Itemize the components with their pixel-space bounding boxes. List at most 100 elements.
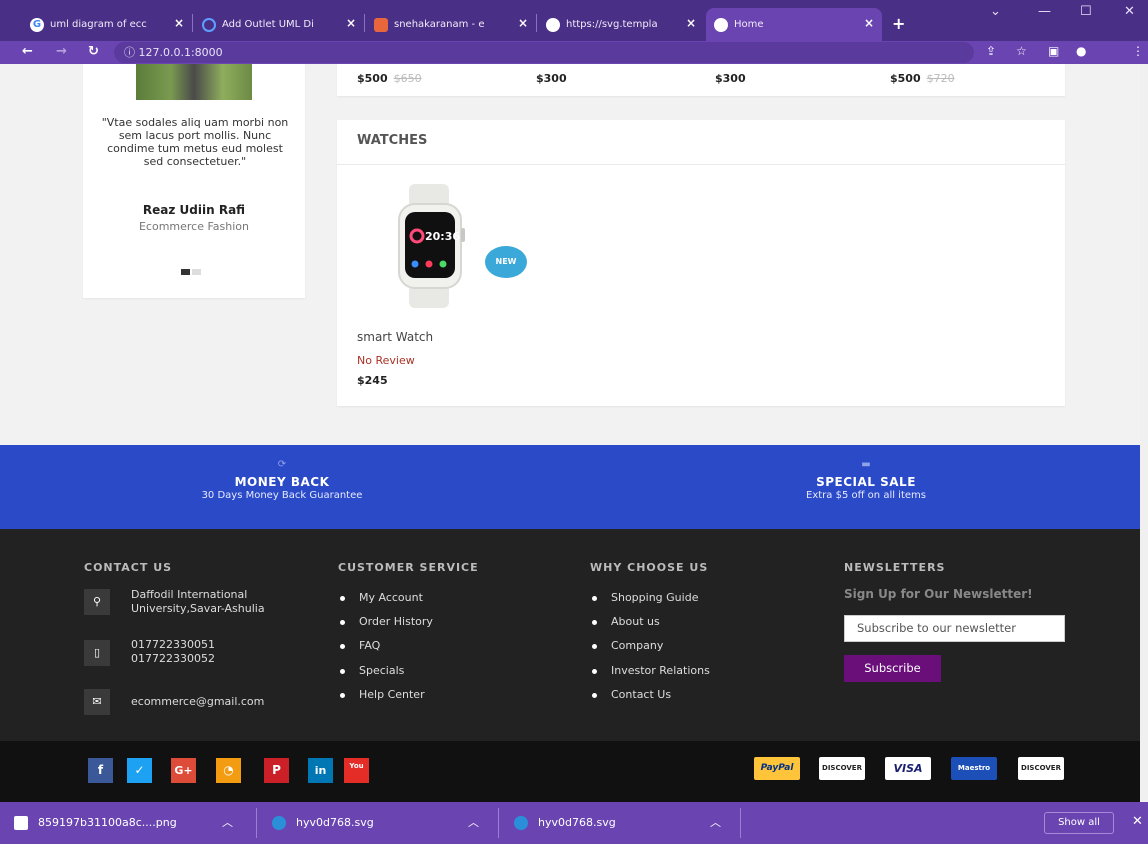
image-file-icon — [14, 816, 28, 830]
page-viewport: "Vtae sodales aliq uam morbi non sem lac… — [0, 64, 1140, 802]
close-icon[interactable]: × — [174, 16, 184, 30]
download-item[interactable]: 859197b31100a8c....png ︿ — [14, 813, 254, 833]
download-separator — [740, 808, 741, 838]
refresh-icon: ⟳ — [277, 459, 287, 470]
subscribe-button[interactable]: Subscribe — [844, 655, 941, 682]
minimize-icon[interactable]: — — [1038, 4, 1051, 19]
product-price: $300 — [536, 72, 567, 85]
close-icon[interactable]: × — [686, 16, 696, 30]
testimonial-name: Reaz Udiin Rafi — [142, 203, 246, 217]
address-bar: ← → ↻ ⓘ 127.0.0.1:8000 ⇪ ☆ ▣ ● ⋮ — [0, 41, 1148, 64]
new-badge: NEW — [485, 246, 527, 278]
download-separator — [256, 808, 257, 838]
download-filename: hyv0d768.svg — [296, 816, 374, 829]
footer-bottom-bar: f ✓ G+ ◔ P in You PayPal DISCOVER VISA M… — [0, 741, 1140, 802]
pinterest-icon[interactable]: P — [264, 758, 289, 783]
testimonial-card: "Vtae sodales aliq uam morbi non sem lac… — [83, 64, 305, 298]
feature-title: MONEY BACK — [234, 475, 330, 489]
feature-subtitle: Extra $5 off on all items — [806, 490, 926, 501]
cloud-icon — [374, 17, 388, 32]
product-price: $500 $720 — [890, 72, 955, 85]
product-name[interactable]: smart Watch — [357, 330, 433, 344]
close-icon[interactable]: × — [346, 16, 356, 30]
page-scrollbar[interactable] — [1140, 64, 1148, 802]
feature-money-back: ⟳ MONEY BACK 30 Days Money Back Guarante… — [142, 459, 422, 501]
forward-icon[interactable]: → — [56, 44, 67, 59]
window-close-icon[interactable]: ✕ — [1124, 4, 1135, 19]
product-row-previous: $500 $650 $300 $300 $500 $720 — [337, 64, 1065, 96]
linkedin-icon[interactable]: in — [308, 758, 333, 783]
footer-link[interactable]: Investor Relations — [592, 664, 710, 677]
reload-icon[interactable]: ↻ — [88, 44, 99, 59]
close-download-bar-icon[interactable]: ✕ — [1132, 814, 1143, 829]
tab-uml-diagram[interactable]: G uml diagram of ecc × — [22, 8, 192, 41]
footer-contact-title: CONTACT US — [84, 561, 173, 574]
youtube-icon[interactable]: You — [344, 758, 369, 783]
chevron-up-icon[interactable]: ︿ — [468, 813, 479, 833]
tab-svg-template[interactable]: https://svg.templa × — [538, 8, 704, 41]
testimonial-title: Ecommerce Fashion — [138, 220, 250, 233]
diagram-app-icon — [202, 17, 216, 32]
footer-link[interactable]: Order History — [340, 615, 433, 628]
footer-link[interactable]: My Account — [340, 591, 423, 604]
footer-customer-service-title: CUSTOMER SERVICE — [338, 561, 479, 574]
share-icon[interactable]: ⇪ — [986, 44, 996, 58]
rss-icon[interactable]: ◔ — [216, 758, 241, 783]
close-icon[interactable]: × — [518, 16, 528, 30]
paypal-logo: PayPal — [754, 757, 800, 780]
tab-search-icon[interactable]: ⌄ — [990, 4, 1001, 19]
contact-email[interactable]: ecommerce@gmail.com — [131, 695, 264, 709]
maximize-icon[interactable]: ☐ — [1080, 4, 1092, 19]
back-icon[interactable]: ← — [22, 44, 33, 59]
download-item[interactable]: hyv0d768.svg ︿ — [272, 813, 496, 833]
footer-link[interactable]: About us — [592, 615, 660, 628]
feature-title: SPECIAL SALE — [816, 475, 916, 489]
download-item[interactable]: hyv0d768.svg ︿ — [514, 813, 738, 833]
tab-add-outlet[interactable]: Add Outlet UML Di × — [194, 8, 364, 41]
menu-icon[interactable]: ⋮ — [1132, 44, 1144, 58]
show-all-button[interactable]: Show all — [1044, 812, 1114, 834]
facebook-icon[interactable]: f — [88, 758, 113, 783]
tab-separator — [364, 14, 365, 32]
product-price: $300 — [715, 72, 746, 85]
close-icon[interactable]: × — [864, 16, 874, 30]
footer-link[interactable]: Help Center — [340, 688, 425, 701]
google-plus-icon[interactable]: G+ — [171, 758, 196, 783]
phone-icon: ▯ — [84, 640, 110, 666]
carousel-dot[interactable] — [192, 269, 201, 275]
chevron-up-icon[interactable]: ︿ — [222, 813, 233, 833]
tab-label: snehakaranam - e — [394, 19, 485, 30]
visa-logo: VISA — [885, 757, 931, 780]
tab-label: Add Outlet UML Di — [222, 19, 314, 30]
feature-subtitle: 30 Days Money Back Guarantee — [201, 490, 363, 501]
testimonial-quote: "Vtae sodales aliq uam morbi non sem lac… — [101, 116, 289, 168]
envelope-icon: ✉ — [84, 689, 110, 715]
product-card-smart-watch[interactable]: 20:36 NEW — [357, 180, 527, 310]
footer-link[interactable]: Contact Us — [592, 688, 671, 701]
tab-snehakaranam[interactable]: snehakaranam - e × — [366, 8, 536, 41]
profile-icon[interactable]: ● — [1076, 44, 1086, 58]
testimonial-image — [136, 64, 252, 100]
tab-home[interactable]: Home × — [706, 8, 882, 41]
product-price: $500 $650 — [357, 72, 422, 85]
tab-label: Home — [734, 19, 764, 30]
watch-screen-time: 20:36 — [425, 230, 460, 243]
twitter-icon[interactable]: ✓ — [127, 758, 152, 783]
side-panel-icon[interactable]: ▣ — [1048, 44, 1059, 58]
feature-special-sale: ▬ SPECIAL SALE Extra $5 off on all items — [726, 459, 1006, 501]
section-divider — [337, 164, 1065, 165]
info-icon[interactable]: ⓘ — [124, 46, 139, 59]
url-input[interactable]: ⓘ 127.0.0.1:8000 — [114, 42, 974, 63]
newsletter-email-input[interactable]: Subscribe to our newsletter — [844, 615, 1065, 642]
discover-logo: DISCOVER — [1018, 757, 1064, 780]
bookmark-star-icon[interactable]: ☆ — [1016, 44, 1027, 58]
old-price: $650 — [393, 72, 422, 85]
new-tab-button[interactable]: + — [892, 14, 905, 33]
footer-link[interactable]: Specials — [340, 664, 404, 677]
carousel-dot-active[interactable] — [181, 269, 190, 275]
footer-link[interactable]: Company — [592, 639, 663, 652]
footer-link[interactable]: Shopping Guide — [592, 591, 698, 604]
footer-link[interactable]: FAQ — [340, 639, 380, 652]
download-bar: 859197b31100a8c....png ︿ hyv0d768.svg ︿ … — [0, 802, 1148, 844]
chevron-up-icon[interactable]: ︿ — [710, 813, 721, 833]
